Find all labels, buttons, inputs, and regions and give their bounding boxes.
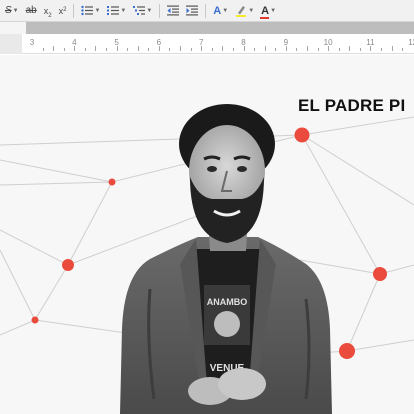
superscript-icon: x2 xyxy=(58,5,67,16)
network-node xyxy=(31,316,39,324)
ruler-tick xyxy=(84,48,86,51)
multilevel-list-button[interactable]: ▼ xyxy=(130,2,155,20)
text-style-button[interactable]: ab xyxy=(23,2,40,20)
chevron-down-icon: ▼ xyxy=(120,7,127,14)
word-processor-window: S ▼ ab x2 x2 ▼ ▼ ▼ A ▼ ▼ A ▼ 3 4 5 6 7 8… xyxy=(0,0,414,414)
ruler-tick xyxy=(106,48,108,51)
ruler-tick xyxy=(116,46,118,51)
ruler-tick xyxy=(243,46,245,51)
ruler-tick xyxy=(137,46,139,51)
text-effects-icon: A xyxy=(213,4,222,17)
ruler-tick xyxy=(285,46,287,51)
ruler-margin xyxy=(0,34,22,54)
ruler-tick xyxy=(211,48,213,51)
ruler-tick xyxy=(222,46,224,51)
ruler-tick xyxy=(370,46,372,51)
ruler-tick xyxy=(74,46,76,51)
ruler-tick xyxy=(328,46,330,51)
formatting-toolbar: S ▼ ab x2 x2 ▼ ▼ ▼ A ▼ ▼ A ▼ xyxy=(0,0,414,22)
ruler-tick xyxy=(254,48,256,51)
text-style-icon: ab xyxy=(25,5,37,16)
toolbar-divider xyxy=(159,3,161,18)
ruler-tick xyxy=(306,46,308,51)
document-page[interactable]: EL PADRE PI ANAMBO VENUE xyxy=(0,55,414,414)
highlight-button[interactable]: ▼ xyxy=(232,2,257,20)
strikethrough-button[interactable]: S ▼ xyxy=(2,2,22,20)
highlight-icon xyxy=(236,5,247,17)
horizontal-ruler[interactable]: 3456789101112 xyxy=(0,34,414,54)
font-color-icon: A xyxy=(260,4,270,19)
shirt-print-text: ANAMBO xyxy=(207,297,248,307)
strikethrough-icon: S xyxy=(5,5,12,16)
subscript-button[interactable]: x2 xyxy=(41,2,55,20)
decrease-indent-icon xyxy=(167,5,180,16)
chevron-down-icon: ▼ xyxy=(222,7,229,14)
ruler-tick xyxy=(359,48,361,51)
superscript-button[interactable]: x2 xyxy=(56,2,70,20)
ruler-tick xyxy=(338,48,340,51)
toolbar-ruler-gap xyxy=(0,22,414,34)
ruler-tick xyxy=(380,48,382,51)
bullet-list-button[interactable]: ▼ xyxy=(78,2,103,20)
decrease-indent-button[interactable] xyxy=(164,2,182,20)
ruler-tick xyxy=(190,48,192,51)
ruler-tick xyxy=(275,48,277,51)
ruler-tick xyxy=(127,48,129,51)
ruler-tick xyxy=(63,48,65,51)
ruler-tick xyxy=(53,46,55,51)
ruler-tick xyxy=(402,48,404,51)
network-node xyxy=(339,343,355,359)
ruler-tick xyxy=(169,48,171,51)
network-node xyxy=(373,267,387,281)
chevron-down-icon: ▼ xyxy=(146,7,153,14)
ruler-tick xyxy=(264,46,266,51)
increase-indent-button[interactable] xyxy=(183,2,201,20)
ruler-tick xyxy=(180,46,182,51)
text-effects-button[interactable]: A ▼ xyxy=(210,2,231,20)
toolbar-divider xyxy=(205,3,207,18)
portrait-photo[interactable]: ANAMBO VENUE xyxy=(110,99,340,414)
ruler-tick xyxy=(158,46,160,51)
chevron-down-icon: ▼ xyxy=(94,7,101,14)
network-node xyxy=(62,259,74,271)
numbered-list-icon xyxy=(107,6,120,15)
font-color-button[interactable]: A ▼ xyxy=(258,2,279,20)
ruler-tick xyxy=(349,46,351,51)
chevron-down-icon: ▼ xyxy=(270,7,277,14)
numbered-list-button[interactable]: ▼ xyxy=(104,2,129,20)
subscript-icon: x2 xyxy=(43,5,52,19)
bullet-list-icon xyxy=(81,5,94,16)
ruler-tick xyxy=(148,48,150,51)
ruler-tick xyxy=(42,48,44,51)
toolbar-divider xyxy=(73,3,75,18)
ruler-tick xyxy=(201,46,203,51)
ruler-tick xyxy=(232,48,234,51)
ruler-tick xyxy=(317,48,319,51)
ruler-tick xyxy=(391,46,393,51)
chevron-down-icon: ▼ xyxy=(248,7,255,14)
ruler-number: 12 xyxy=(408,38,414,47)
ruler-tick xyxy=(296,48,298,51)
chevron-down-icon: ▼ xyxy=(12,7,19,14)
increase-indent-icon xyxy=(186,5,199,16)
ruler-tick xyxy=(95,46,97,51)
ruler-number: 3 xyxy=(29,38,35,47)
multilevel-list-icon xyxy=(133,6,146,15)
